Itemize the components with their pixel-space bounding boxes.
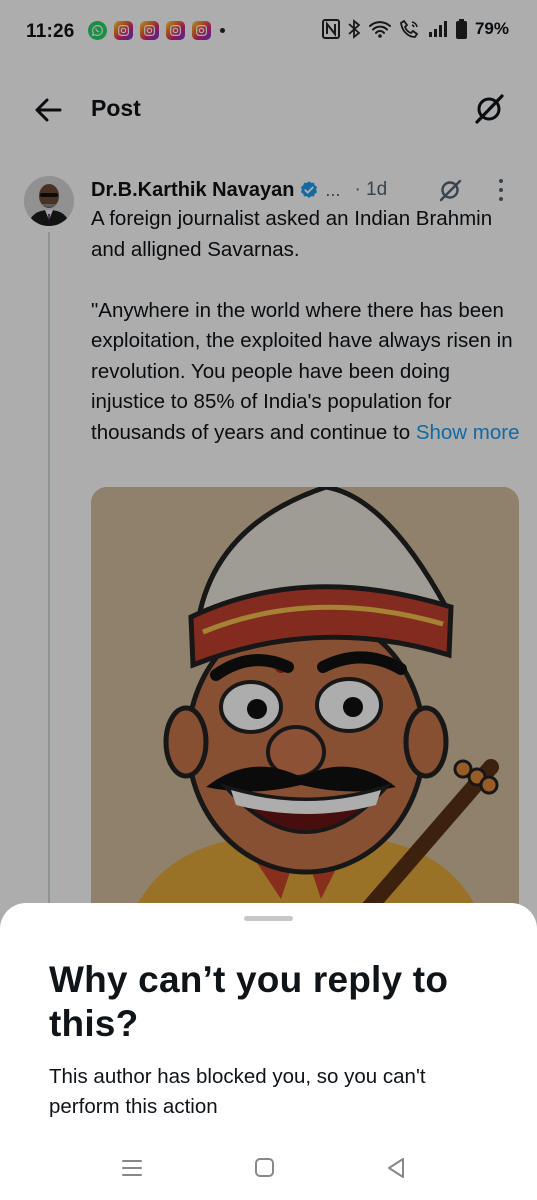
home-button[interactable] bbox=[251, 1154, 279, 1182]
sheet-message: This author has blocked you, so you can'… bbox=[49, 1065, 426, 1118]
system-back-button[interactable] bbox=[383, 1154, 411, 1182]
menu-lines-icon bbox=[122, 1160, 142, 1176]
square-icon bbox=[255, 1158, 274, 1177]
sheet-title: Why can’t you reply to this? bbox=[49, 959, 449, 1044]
system-nav-bar bbox=[0, 1140, 537, 1200]
recents-button[interactable] bbox=[118, 1154, 146, 1182]
triangle-back-icon bbox=[388, 1158, 404, 1178]
screen: 11:26 79% Post Dr.B.Karthik Navayan ... … bbox=[0, 0, 537, 1200]
sheet-handle[interactable] bbox=[244, 916, 293, 921]
